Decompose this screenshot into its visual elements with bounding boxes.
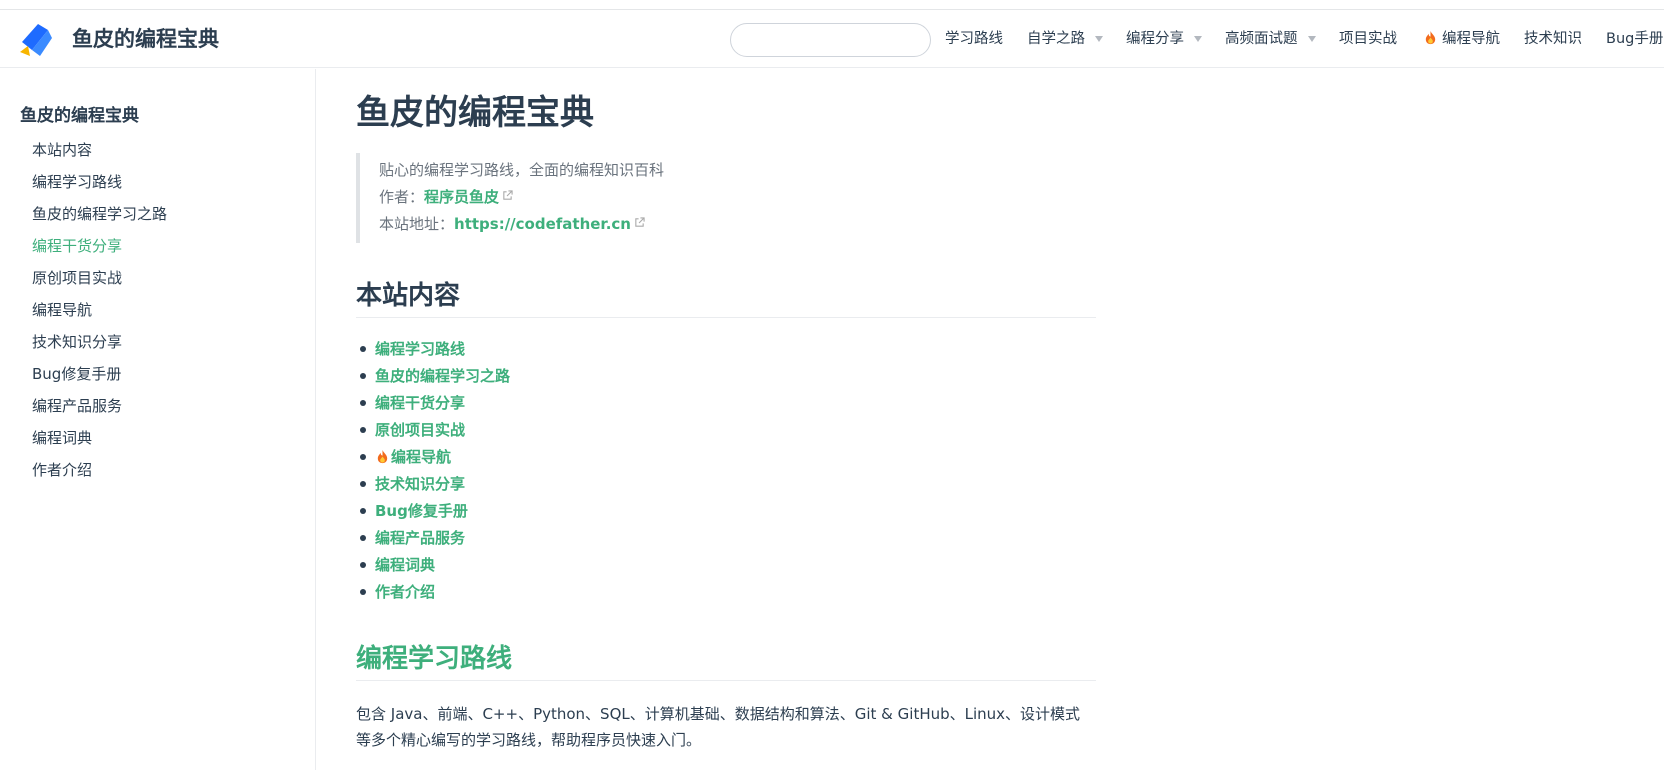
chevron-down-icon [1307, 36, 1316, 42]
section-paragraph-line-2: 等多个精心编写的学习路线，帮助程序员快速入门。 [356, 731, 702, 749]
sidebar-item-author[interactable]: 作者介绍 [32, 459, 92, 480]
nav-item-interview[interactable]: 高频面试题 [1225, 29, 1316, 49]
bullet [360, 481, 366, 487]
site-label: 本站地址： [379, 215, 455, 233]
nav-item-label: Bug手册 [1606, 31, 1664, 47]
section-heading-learning-path[interactable]: 编程学习路线 [356, 642, 1096, 681]
nav-item-label: 编程导航 [1442, 31, 1500, 47]
nav-item-self-study[interactable]: 自学之路 [1027, 29, 1103, 49]
sidebar-item-learning-path[interactable]: 编程学习路线 [32, 171, 122, 192]
site-title[interactable]: 鱼皮的编程宝典 [72, 26, 219, 52]
content-link[interactable]: 编程产品服务 [375, 527, 465, 548]
content-link-label: 编程导航 [391, 448, 452, 466]
external-link-icon [635, 217, 645, 227]
nav-item-learning-path[interactable]: 学习路线 [945, 29, 1003, 49]
logo-icon[interactable] [18, 20, 56, 58]
nav-item-label: 编程分享 [1126, 31, 1184, 47]
sidebar-item-navigation[interactable]: 编程导航 [32, 299, 92, 320]
bullet [360, 427, 366, 433]
quote-site: 本站地址：https://codefather.cn [379, 213, 645, 234]
content-link[interactable]: 作者介绍 [375, 581, 435, 602]
sidebar-title[interactable]: 鱼皮的编程宝典 [20, 101, 139, 126]
page-title: 鱼皮的编程宝典 [356, 93, 594, 133]
section-heading-site-content: 本站内容 [356, 279, 1096, 318]
bullet [360, 535, 366, 541]
bullet [360, 589, 366, 595]
sidebar-item-dictionary[interactable]: 编程词典 [32, 427, 92, 448]
fire-icon [377, 449, 388, 464]
content-link[interactable]: 编程词典 [375, 554, 435, 575]
nav-item-label: 学习路线 [945, 31, 1003, 47]
sidebar-item-share[interactable]: 编程干货分享 [32, 235, 122, 256]
chevron-down-icon [1095, 36, 1103, 42]
bullet [360, 346, 366, 352]
nav-item-tech-knowledge[interactable]: 技术知识 [1524, 29, 1582, 49]
nav-item-projects[interactable]: 项目实战 [1339, 29, 1397, 49]
sidebar: 鱼皮的编程宝典 本站内容 编程学习路线 鱼皮的编程学习之路 编程干货分享 原创项… [0, 69, 316, 770]
sidebar-item-projects[interactable]: 原创项目实战 [32, 267, 122, 288]
quote-author: 作者：程序员鱼皮 [379, 186, 513, 207]
sidebar-item-bug-manual[interactable]: Bug修复手册 [32, 363, 121, 384]
intro-blockquote: 贴心的编程学习路线，全面的编程知识百科 作者：程序员鱼皮 本站地址：https:… [356, 153, 956, 243]
bullet [360, 454, 366, 460]
quote-tagline: 贴心的编程学习路线，全面的编程知识百科 [379, 161, 665, 179]
bullet [360, 373, 366, 379]
author-label: 作者： [379, 188, 425, 206]
nav-item-navigation[interactable]: 编程导航 [1423, 29, 1500, 49]
nav-item-label: 技术知识 [1524, 31, 1582, 47]
sidebar-item-products[interactable]: 编程产品服务 [32, 395, 122, 416]
author-link[interactable]: 程序员鱼皮 [424, 188, 499, 206]
nav-item-programming-share[interactable]: 编程分享 [1126, 29, 1202, 49]
content-link[interactable]: 原创项目实战 [375, 419, 465, 440]
chevron-down-icon [1194, 36, 1202, 42]
navbar: 鱼皮的编程宝典 学习路线 自学之路 编程分享 高频面试题 项目实战 编程导航 技… [0, 10, 1664, 68]
fire-icon [1425, 30, 1436, 45]
nav-item-label: 高频面试题 [1225, 31, 1298, 47]
content-link[interactable]: 技术知识分享 [375, 473, 465, 494]
content-link-navigation[interactable]: 编程导航 [375, 446, 451, 467]
sidebar-item-learning-journey[interactable]: 鱼皮的编程学习之路 [32, 203, 167, 224]
nav-item-bug-manual[interactable]: Bug手册 [1606, 29, 1663, 49]
section-paragraph-line-1: 包含 Java、前端、C++、Python、SQL、计算机基础、数据结构和算法、… [356, 705, 1081, 723]
content-link[interactable]: 编程学习路线 [375, 338, 465, 359]
bullet [360, 508, 366, 514]
search-input[interactable] [730, 23, 931, 57]
content-link[interactable]: 鱼皮的编程学习之路 [375, 365, 510, 386]
content-link[interactable]: 编程干货分享 [375, 392, 465, 413]
site-link[interactable]: https://codefather.cn [454, 215, 631, 233]
nav-item-label: 项目实战 [1339, 31, 1397, 47]
sidebar-item-site-content[interactable]: 本站内容 [32, 139, 92, 160]
nav-item-label: 自学之路 [1027, 31, 1085, 47]
sidebar-item-tech-knowledge[interactable]: 技术知识分享 [32, 331, 122, 352]
content-link[interactable]: Bug修复手册 [375, 500, 468, 521]
bullet [360, 400, 366, 406]
external-link-icon [503, 190, 513, 200]
bullet [360, 562, 366, 568]
